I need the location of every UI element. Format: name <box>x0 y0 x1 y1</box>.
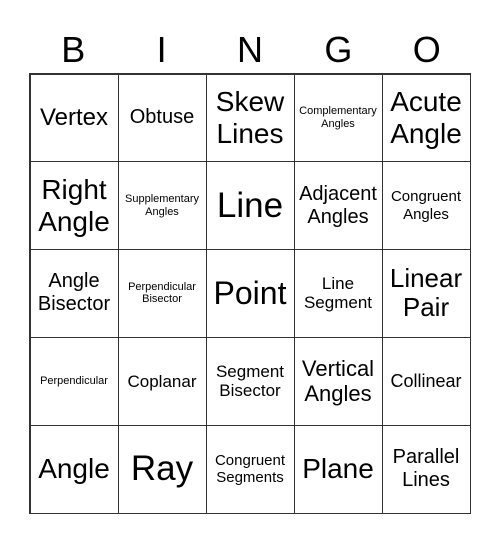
bingo-cell[interactable]: Ray <box>117 424 207 514</box>
bingo-cell[interactable]: Congruent Angles <box>381 161 471 251</box>
header-letter-i: I <box>156 29 167 70</box>
bingo-cell[interactable]: Vertical Angles <box>293 336 383 426</box>
bingo-cell[interactable]: Parallel Lines <box>381 424 471 514</box>
bingo-cell[interactable]: Supplementary Angles <box>117 161 207 251</box>
bingo-cell[interactable]: Complementary Angles <box>293 73 383 163</box>
bingo-cell[interactable]: Coplanar <box>117 336 207 426</box>
bingo-cell[interactable]: Congruent Segments <box>205 424 295 514</box>
bingo-cell[interactable]: Collinear <box>381 336 471 426</box>
bingo-cell[interactable]: Adjacent Angles <box>293 161 383 251</box>
bingo-cell[interactable]: Acute Angle <box>381 73 471 163</box>
header-letter-o: O <box>412 29 441 70</box>
bingo-cell[interactable]: Vertex <box>29 73 119 163</box>
bingo-cell[interactable]: Angle <box>29 424 119 514</box>
header-letter-n: N <box>236 29 263 70</box>
bingo-header: B I N G O <box>29 28 471 72</box>
bingo-cell[interactable]: Linear Pair <box>381 249 471 338</box>
bingo-cell[interactable]: Angle Bisector <box>29 249 119 338</box>
bingo-cell[interactable]: Segment Bisector <box>205 336 295 426</box>
header-letter-g: G <box>324 29 353 70</box>
bingo-cell[interactable]: Point <box>205 249 295 338</box>
header-letter-b: B <box>61 29 86 70</box>
bingo-cell[interactable]: Line Segment <box>293 249 383 338</box>
bingo-cell[interactable]: Right Angle <box>29 161 119 251</box>
bingo-grid: Vertex Obtuse Skew Lines Complementary A… <box>29 73 471 514</box>
bingo-cell[interactable]: Obtuse <box>117 73 207 163</box>
bingo-cell[interactable]: Plane <box>293 424 383 514</box>
bingo-cell[interactable]: Skew Lines <box>205 73 295 163</box>
bingo-cell[interactable]: Perpendicular <box>29 336 119 426</box>
bingo-cell[interactable]: Line <box>205 161 295 251</box>
bingo-cell[interactable]: Perpendicular Bisector <box>117 249 207 338</box>
